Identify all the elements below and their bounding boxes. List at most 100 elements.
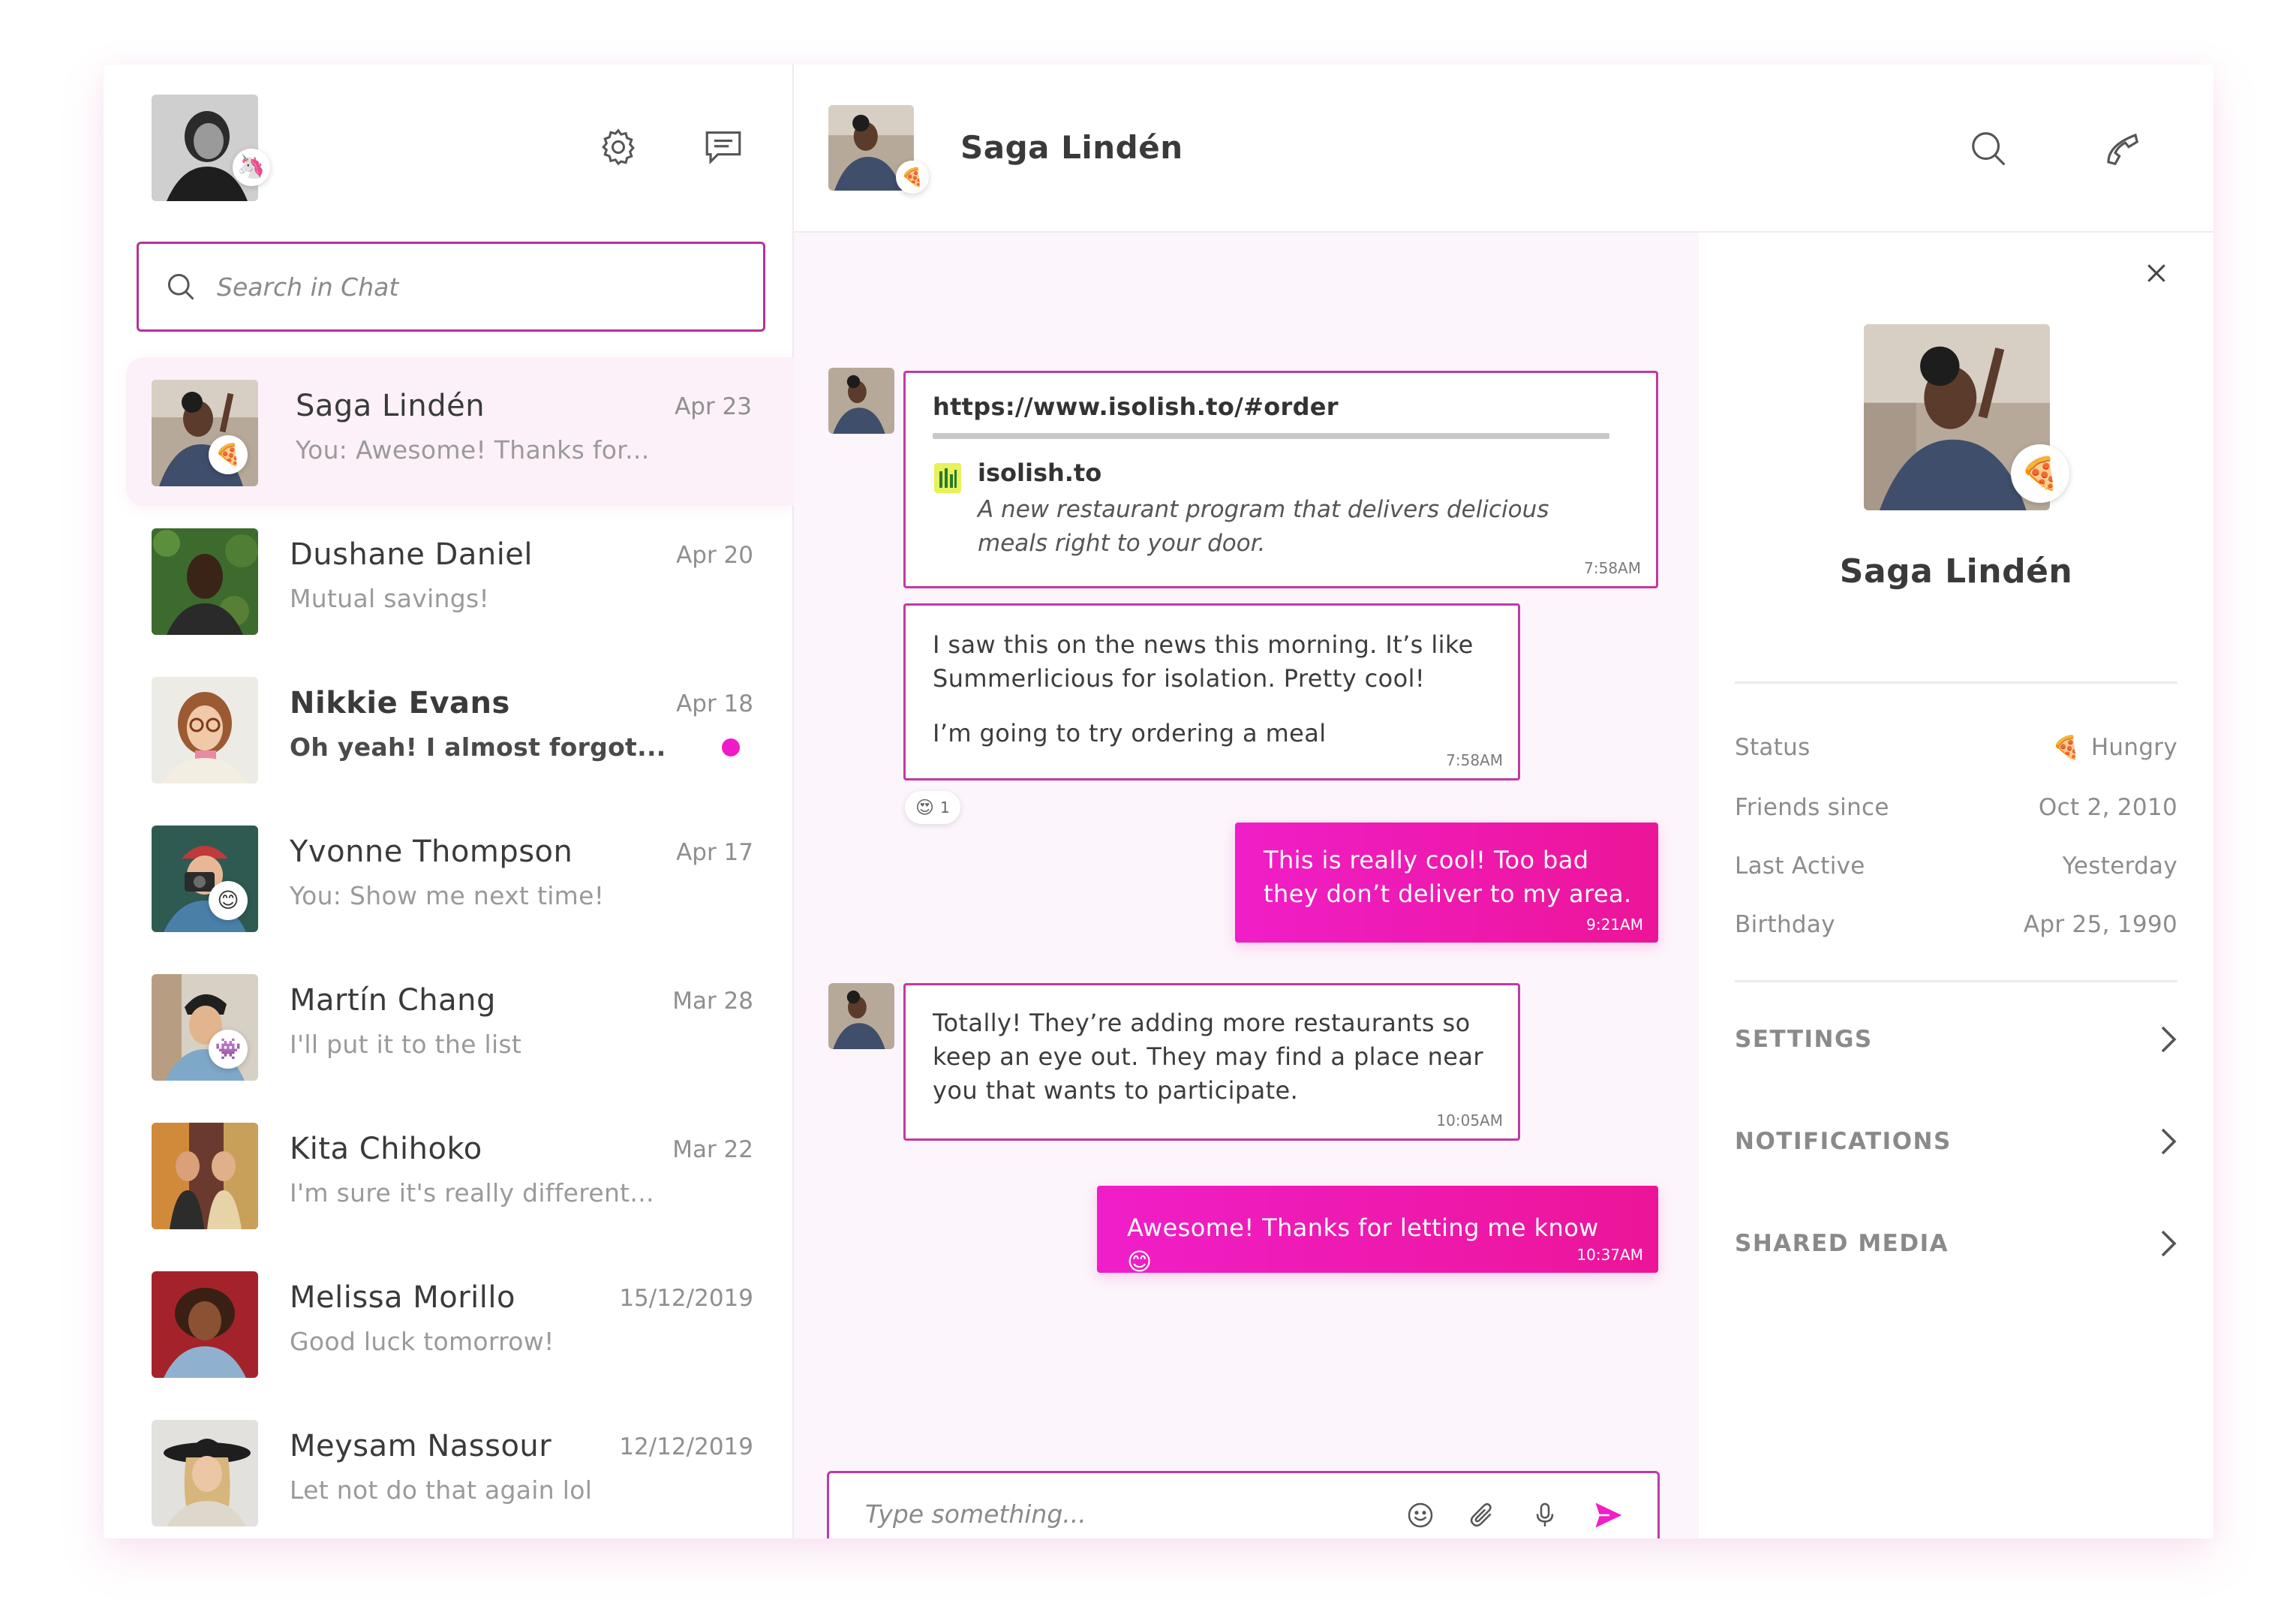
conversation-item[interactable]: Nikkie Evans Oh yeah! I almost forgot...…: [104, 654, 794, 803]
outgoing-message[interactable]: Awesome! Thanks for letting me know 😊 10…: [1097, 1186, 1658, 1276]
contact-photo: [152, 1420, 258, 1526]
info-value-status: 🍕 Hungry: [2052, 734, 2177, 761]
message-date: Apr 20: [676, 542, 753, 569]
status-text: Hungry: [2090, 734, 2177, 761]
message-time: 7:58AM: [1446, 751, 1503, 769]
sender-photo: [828, 368, 894, 434]
message-preview: Good luck tomorrow!: [290, 1327, 554, 1356]
search-icon: [1972, 132, 2006, 166]
contact-status-badge: 😊: [209, 881, 248, 920]
divider: [1735, 980, 2177, 982]
shared-media-section[interactable]: SHARED MEDIA: [1735, 1217, 2177, 1270]
message-date: 15/12/2019: [619, 1285, 753, 1312]
section-label: NOTIFICATIONS: [1735, 1128, 1952, 1155]
conversation-item[interactable]: Meysam Nassour Let not do that again lol…: [104, 1397, 794, 1538]
my-avatar[interactable]: [152, 95, 258, 201]
chat-bubble-icon: [705, 131, 741, 165]
conversation-list: 🍕 Saga Lindén You: Awesome! Thanks for..…: [104, 357, 794, 1538]
send-button[interactable]: [1587, 1494, 1629, 1536]
message-preview: You: Awesome! Thanks for...: [296, 435, 650, 465]
unread-indicator: [722, 738, 740, 756]
search-chat-button[interactable]: [1960, 120, 2017, 177]
contact-photo: [152, 380, 258, 486]
status-emoji: 🍕: [901, 167, 924, 188]
contact-details-panel: 🍕 Saga Lindén Status 🍕 Hungry Friends si…: [1699, 233, 2213, 1538]
message-preview: I'll put it to the list: [290, 1030, 522, 1059]
message-preview: You: Show me next time!: [290, 881, 605, 910]
microphone-icon: [1536, 1502, 1554, 1526]
contact-photo: [152, 1271, 258, 1378]
section-label: SHARED MEDIA: [1735, 1230, 1949, 1257]
section-label: SETTINGS: [1735, 1026, 1873, 1053]
message-time: 9:21AM: [1586, 916, 1643, 934]
status-emoji: 😊: [217, 888, 239, 913]
chat-header: 🍕 Saga Lindén: [794, 65, 2213, 233]
close-icon: [2147, 264, 2165, 282]
contact-name: Meysam Nassour: [290, 1429, 552, 1463]
message-text: I saw this on the news this morning. It’…: [933, 630, 1474, 693]
sender-avatar: [828, 368, 894, 434]
chat-title: Saga Lindén: [960, 129, 1183, 166]
contact-name: Melissa Morillo: [290, 1280, 515, 1315]
message-input[interactable]: [865, 1499, 1375, 1529]
notifications-section[interactable]: NOTIFICATIONS: [1735, 1115, 2177, 1168]
conversation-item[interactable]: Dushane Daniel Mutual savings! Apr 20: [104, 506, 794, 654]
message-date: 12/12/2019: [619, 1433, 753, 1460]
phone-icon: [2107, 133, 2139, 166]
status-emoji: 🍕: [2052, 734, 2081, 761]
message-date: Apr 23: [675, 393, 752, 420]
info-value-friends-since: Oct 2, 2010: [2038, 794, 2177, 821]
message-text: I’m going to try ordering a meal: [933, 719, 1327, 747]
attach-button[interactable]: [1461, 1494, 1503, 1536]
contact-photo: [152, 974, 258, 1081]
info-value-birthday: Apr 25, 1990: [2023, 911, 2177, 938]
search-box[interactable]: [137, 242, 765, 332]
conversation-item[interactable]: 🍕 Saga Lindén You: Awesome! Thanks for..…: [126, 357, 794, 506]
message-text: Totally! They’re adding more restaurants…: [933, 1009, 1483, 1105]
call-button[interactable]: [2093, 120, 2150, 177]
my-status-badge: 🦄: [233, 149, 270, 186]
search-input[interactable]: [217, 272, 727, 302]
info-value-last-active: Yesterday: [2062, 853, 2177, 880]
contact-name: Martín Chang: [290, 983, 496, 1018]
incoming-message[interactable]: Totally! They’re adding more restaurants…: [903, 983, 1520, 1141]
chevron-right-icon: [2161, 1026, 2177, 1053]
message-preview: Mutual savings!: [290, 584, 490, 613]
sender-photo: [828, 983, 894, 1049]
contact-name: Saga Lindén: [296, 389, 485, 423]
contact-photo: [152, 1123, 258, 1229]
contact-avatar: [152, 1123, 258, 1229]
contact-name: Dushane Daniel: [290, 537, 533, 572]
message-text: Awesome! Thanks for letting me know 😊: [1127, 1214, 1599, 1276]
chat-app-window: 🦄 Search in Chat 🍕 Saga Lindén You: Awes…: [104, 65, 2213, 1538]
outgoing-message[interactable]: This is really cool! Too bad they don’t …: [1235, 823, 1658, 943]
contact-avatar: [152, 380, 258, 486]
settings-section[interactable]: SETTINGS: [1735, 1013, 2177, 1066]
contact-photo: [152, 528, 258, 635]
profile-status-badge: 🍕: [2011, 444, 2069, 503]
contact-status-badge: 🍕: [209, 435, 248, 474]
incoming-message[interactable]: I saw this on the news this morning. It’…: [903, 603, 1520, 780]
conversation-item[interactable]: Melissa Morillo Good luck tomorrow! 15/1…: [104, 1249, 794, 1397]
link-preview-message[interactable]: https://www.isolish.to/#order isolish.to…: [903, 371, 1658, 588]
more-options-button[interactable]: [2210, 120, 2213, 177]
conversation-item[interactable]: Kita Chihoko I'm sure it's really differ…: [104, 1100, 794, 1249]
sidebar-header: 🦄: [104, 65, 794, 357]
voice-button[interactable]: [1524, 1494, 1566, 1536]
gear-icon: [602, 128, 635, 166]
link-url[interactable]: https://www.isolish.to/#order: [933, 392, 1339, 421]
message-text: This is really cool! Too bad they don’t …: [1264, 846, 1632, 908]
info-label-friends-since: Friends since: [1735, 794, 1889, 821]
conversation-item[interactable]: 😊 Yvonne Thompson You: Show me next time…: [104, 803, 794, 952]
isolish-logo-icon: [939, 468, 957, 488]
profile-name: Saga Lindén: [1839, 552, 2073, 591]
settings-button[interactable]: [590, 119, 647, 176]
new-message-button[interactable]: [695, 119, 752, 176]
message-reaction[interactable]: 😍 1: [905, 791, 960, 824]
emoji-button[interactable]: [1399, 1494, 1441, 1536]
conversation-item[interactable]: 👾 Martín Chang I'll put it to the list M…: [104, 952, 794, 1100]
contact-avatar: [152, 974, 258, 1081]
close-panel-button[interactable]: [2135, 252, 2177, 294]
contact-photo: [152, 677, 258, 783]
chevron-right-icon: [2161, 1230, 2177, 1257]
